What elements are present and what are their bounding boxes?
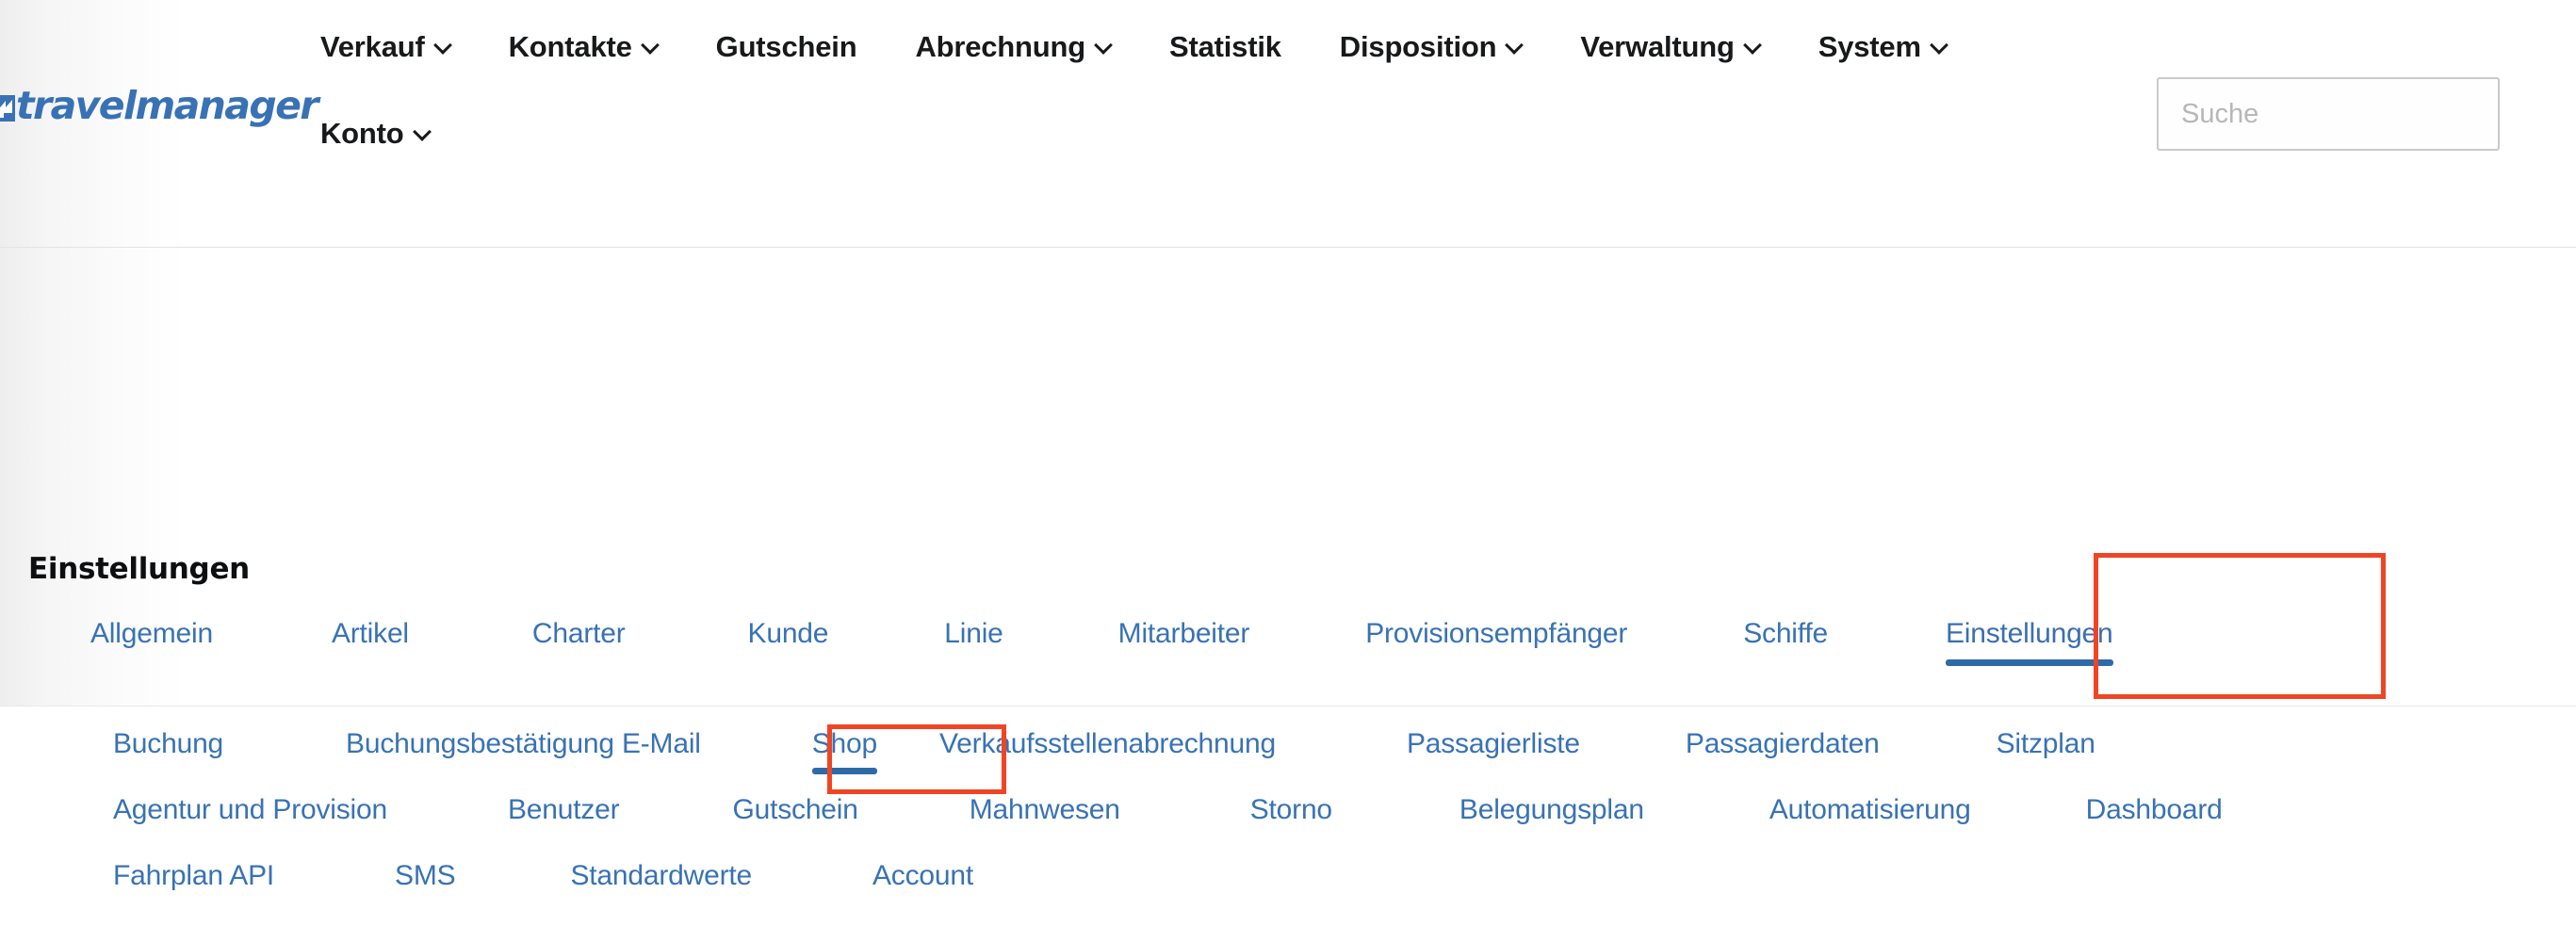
subtab-storno[interactable]: Storno [1250,794,1332,840]
subtab-automatisierung[interactable]: Automatisierung [1769,794,1971,840]
subtab-agentur-und-provision[interactable]: Agentur und Provision [113,794,387,840]
nav-item-label: Gutschein [715,29,857,63]
brand-name: travelmanager [16,83,319,128]
subtab-passagierliste[interactable]: Passagierliste [1407,728,1580,774]
tab-label: Schiffe [1743,618,1828,649]
settings-tab-strip: Allgemein Artikel Charter Kunde Linie Mi… [0,618,2576,666]
active-subtab-underline [811,767,878,774]
subtab-row-1: Buchung Buchungsbestätigung E-Mail Shop … [0,728,2576,794]
nav-item-disposition[interactable]: Disposition [1340,32,1523,61]
nav-row-secondary: Konto [320,92,2111,173]
subtab-gutschein[interactable]: Gutschein [732,794,857,840]
subtab-label: Verkaufsstellenabrechnung [939,728,1276,759]
subtab-buchungsbestaetigung-email[interactable]: Buchungsbestätigung E-Mail [346,728,701,774]
subtab-label: Passagierliste [1406,728,1580,759]
subtab-sitzplan[interactable]: Sitzplan [1997,728,2095,774]
page-root: travelmanager Verkauf Kontakte Gutschein… [0,0,2576,891]
chevron-down-icon [415,125,430,140]
subtab-label: Passagierdaten [1685,728,1880,759]
subtab-label: Fahrplan API [113,860,275,891]
subtab-standardwerte[interactable]: Standardwerte [570,860,752,906]
subtab-label: Gutschein [732,794,858,825]
nav-item-abrechnung[interactable]: Abrechnung [915,32,1111,61]
tab-label: Einstellungen [1945,618,2113,649]
settings-subtab-rows: Buchung Buchungsbestätigung E-Mail Shop … [0,728,2576,926]
chevron-down-icon [1745,39,1760,54]
subtab-belegungsplan[interactable]: Belegungsplan [1459,794,1644,840]
tab-linie[interactable]: Linie [944,618,1003,666]
subtab-sms[interactable]: SMS [395,860,456,906]
subtab-label: Account [872,860,973,891]
tab-schiffe[interactable]: Schiffe [1743,618,1828,666]
brand-logo[interactable]: travelmanager [0,83,319,128]
chevron-down-icon [435,39,450,54]
subtab-label: Sitzplan [1996,728,2095,759]
subtab-passagierdaten[interactable]: Passagierdaten [1686,728,1880,774]
subtab-label: SMS [395,860,456,891]
subtab-label: Automatisierung [1769,794,1971,825]
subtab-row-2: Agentur und Provision Benutzer Gutschein… [0,794,2576,860]
tab-label: Mitarbeiter [1117,618,1250,649]
nav-item-label: Verwaltung [1580,29,1735,63]
tab-einstellungen[interactable]: Einstellungen [1945,618,2113,666]
subtab-label: Storno [1249,794,1332,825]
subtab-verkaufsstellenabrechnung[interactable]: Verkaufsstellenabrechnung [939,728,1276,774]
tab-artikel[interactable]: Artikel [332,618,409,666]
subtab-label: Mahnwesen [969,794,1120,825]
nav-item-label: Konto [320,116,404,150]
search-input[interactable] [2157,77,2500,151]
page-title: Einstellungen [28,552,250,586]
site-header: travelmanager Verkauf Kontakte Gutschein… [0,0,2576,248]
nav-item-label: Verkauf [320,29,425,63]
nav-item-verwaltung[interactable]: Verwaltung [1580,32,1759,61]
tab-label: Linie [944,618,1003,649]
subtab-label: Buchung [113,728,224,759]
subtab-label: Belegungsplan [1459,794,1644,825]
travelmanager-logo-mark-icon [0,92,19,124]
active-tab-underline [1945,658,2113,666]
subtab-label: Shop [811,728,878,759]
tab-label: Allgemein [90,618,213,649]
chevron-down-icon [643,39,658,54]
subtab-dashboard[interactable]: Dashboard [2086,794,2223,840]
nav-item-label: Kontakte [508,29,632,63]
tab-provisionsempfaenger[interactable]: Provisionsempfänger [1365,618,1627,666]
nav-item-kontakte[interactable]: Kontakte [509,32,658,61]
tab-label: Charter [531,618,626,649]
tab-allgemein[interactable]: Allgemein [90,618,213,666]
tab-label: Provisionsempfänger [1365,618,1628,649]
subtab-label: Agentur und Provision [113,794,387,825]
chevron-down-icon [1096,39,1111,54]
subtab-label: Benutzer [507,794,620,825]
nav-item-label: System [1818,29,1921,63]
subtab-buchung[interactable]: Buchung [113,728,223,774]
tab-charter[interactable]: Charter [532,618,626,666]
tab-kunde[interactable]: Kunde [748,618,829,666]
chevron-down-icon [1932,39,1947,54]
subtab-label: Dashboard [2085,794,2223,825]
subtab-row-3: Fahrplan API SMS Standardwerte Account [0,860,2576,926]
nav-item-system[interactable]: System [1818,32,1947,61]
nav-item-verkauf[interactable]: Verkauf [320,32,450,61]
tab-mitarbeiter[interactable]: Mitarbeiter [1118,618,1250,666]
nav-item-gutschein[interactable]: Gutschein [716,32,857,61]
nav-item-label: Abrechnung [915,29,1085,63]
subtab-label: Buchungsbestätigung E-Mail [346,728,701,759]
tab-label: Kunde [747,618,829,649]
nav-row-primary: Verkauf Kontakte Gutschein Abrechnung St… [320,0,2111,92]
tab-label: Artikel [331,618,409,649]
nav-item-label: Disposition [1339,29,1497,63]
subtab-fahrplan-api[interactable]: Fahrplan API [113,860,274,906]
subtab-mahnwesen[interactable]: Mahnwesen [970,794,1120,840]
subtab-label: Standardwerte [570,860,752,891]
nav-item-konto[interactable]: Konto [320,119,430,148]
subtab-account[interactable]: Account [872,860,973,906]
chevron-down-icon [1507,39,1522,54]
primary-navigation: Verkauf Kontakte Gutschein Abrechnung St… [320,0,2111,173]
nav-item-statistik[interactable]: Statistik [1169,32,1281,61]
subtab-benutzer[interactable]: Benutzer [507,794,620,840]
nav-item-label: Statistik [1169,29,1281,63]
subtab-shop[interactable]: Shop [811,728,878,774]
